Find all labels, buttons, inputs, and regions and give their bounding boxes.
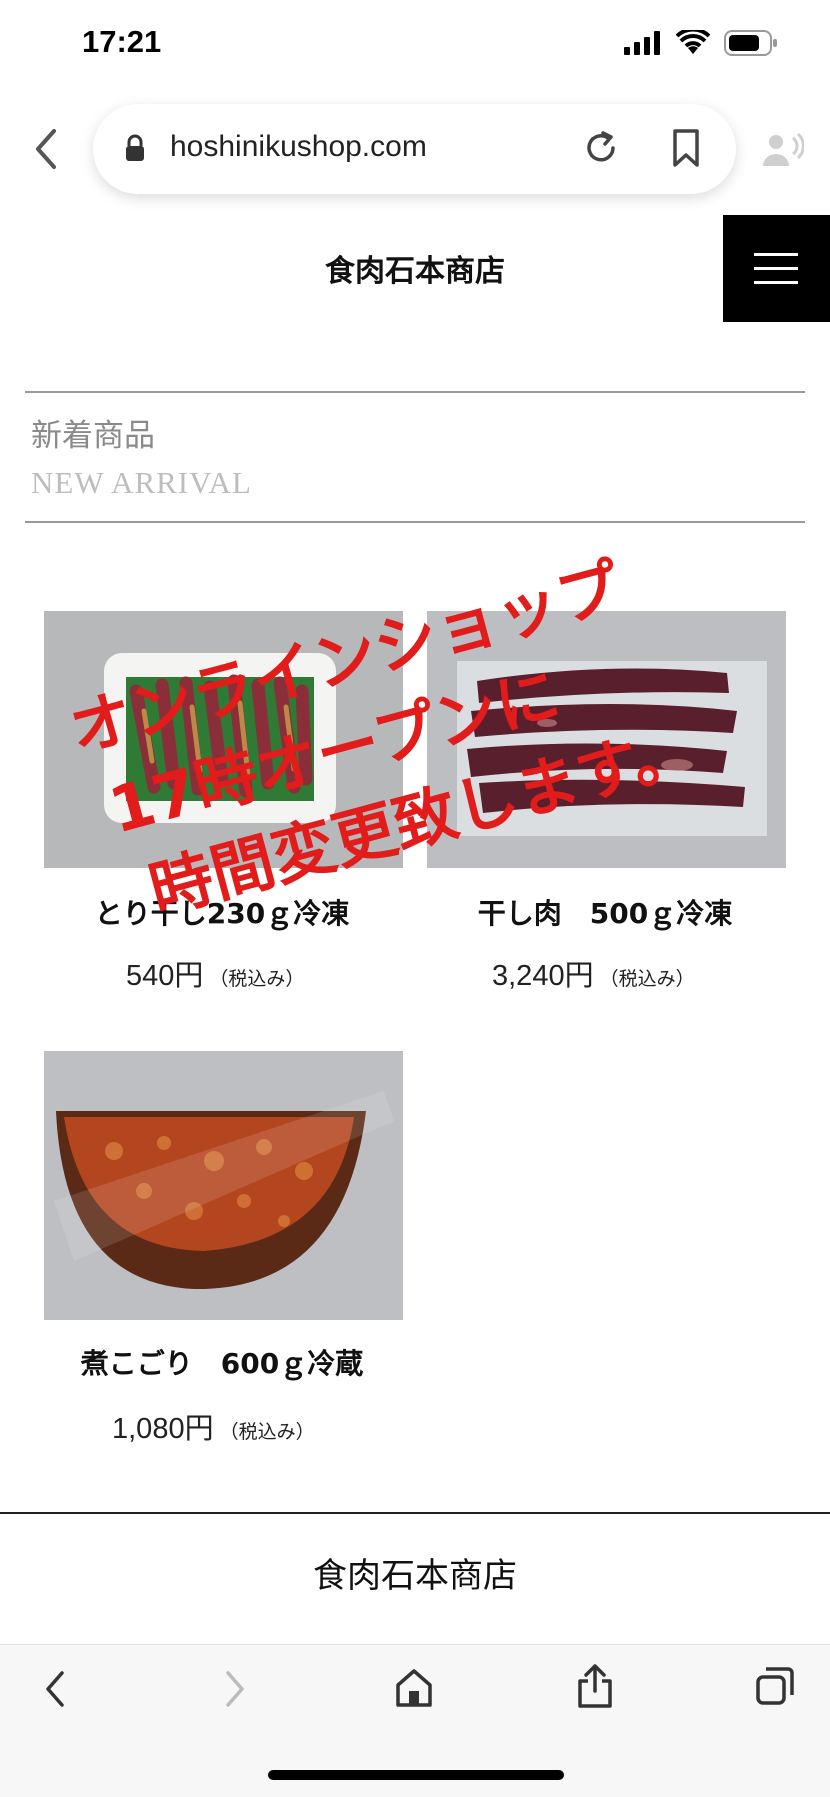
share-icon[interactable] <box>576 1663 614 1709</box>
lock-icon <box>126 134 144 161</box>
tax-note: （税込み） <box>209 969 305 990</box>
product-image-2[interactable] <box>427 611 786 868</box>
section-divider-top <box>25 391 805 393</box>
product-name-1[interactable]: とり干し230ｇ冷凍 <box>42 892 402 932</box>
product-name-3[interactable]: 煮こごり 600ｇ冷蔵 <box>42 1342 402 1382</box>
voice-reader-icon[interactable] <box>760 132 804 168</box>
reload-icon[interactable] <box>582 128 620 168</box>
home-indicator[interactable] <box>268 1770 564 1780</box>
signal-icon <box>624 31 660 55</box>
tax-note: （税込み） <box>219 1422 315 1443</box>
price-value: 540円 <box>126 960 204 992</box>
home-icon[interactable] <box>394 1667 434 1709</box>
price-value: 3,240円 <box>492 960 594 992</box>
product-price-3: 1,080円 （税込み） <box>112 1405 315 1447</box>
back-icon[interactable] <box>40 1669 70 1709</box>
menu-line-icon <box>754 253 798 256</box>
wifi-icon <box>676 30 710 54</box>
product-name-2[interactable]: 干し肉 500ｇ冷凍 <box>425 892 785 932</box>
url-text[interactable]: hoshinikushop.com <box>170 130 427 164</box>
menu-line-icon <box>754 281 798 284</box>
tabs-icon[interactable] <box>754 1665 796 1707</box>
menu-line-icon <box>754 267 798 270</box>
battery-icon <box>724 30 777 56</box>
product-image-1[interactable] <box>44 611 403 868</box>
bookmark-icon[interactable] <box>670 128 702 168</box>
forward-icon[interactable] <box>220 1669 250 1709</box>
browser-back-icon[interactable] <box>30 127 64 171</box>
section-divider-bottom <box>25 521 805 523</box>
product-image-3[interactable] <box>44 1051 403 1320</box>
product-price-2: 3,240円 （税込み） <box>492 952 695 994</box>
section-title-ja: 新着商品 <box>31 418 155 454</box>
tax-note: （税込み） <box>599 969 695 990</box>
site-title[interactable]: 食肉石本商店 <box>0 246 830 290</box>
price-value: 1,080円 <box>112 1413 214 1445</box>
section-title-en: NEW ARRIVAL <box>31 465 252 500</box>
product-price-1: 540円 （税込み） <box>126 952 304 994</box>
status-icons <box>624 30 778 56</box>
hamburger-menu-button[interactable] <box>723 215 830 322</box>
footer-site-title[interactable]: 食肉石本商店 <box>0 1548 830 1597</box>
footer-divider <box>0 1512 830 1514</box>
status-time: 17:21 <box>82 24 162 59</box>
